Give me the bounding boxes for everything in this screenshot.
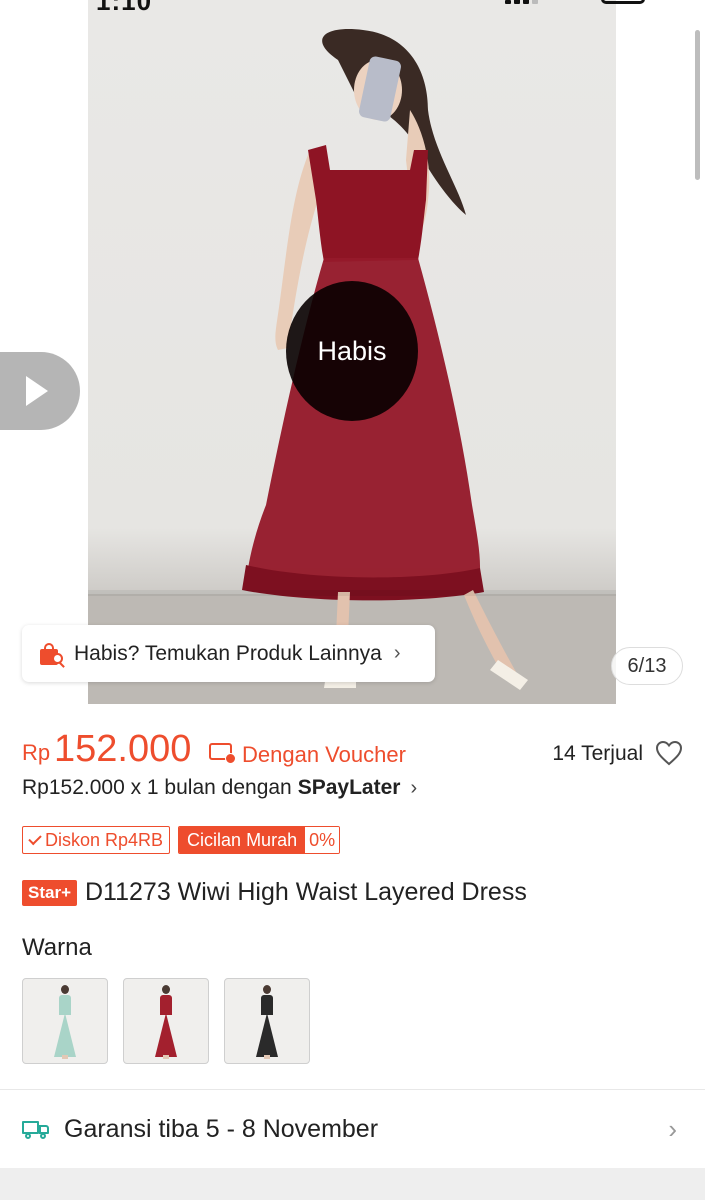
variant-label: Warna [22, 934, 92, 961]
price-amount: 152.000 [54, 728, 192, 770]
status-icons [505, 0, 645, 4]
voucher-icon [209, 743, 236, 764]
price-row: Rp 152.000 Dengan Voucher 14 Terjual [22, 728, 683, 772]
discount-label: Diskon Rp4RB [45, 829, 164, 850]
sold-count: 14 Terjual [552, 742, 643, 765]
variant-options [22, 978, 310, 1064]
installment-tag: Cicilan Murah 0% [178, 826, 341, 854]
bag-search-icon [38, 641, 66, 668]
product-title-row: Star+ D11273 Wiwi High Waist Layered Dre… [22, 878, 527, 907]
image-counter: 6/13 [611, 647, 683, 685]
star-plus-badge: Star+ [22, 879, 77, 906]
paylater-brand: SPayLater [297, 776, 401, 799]
scrollbar[interactable] [695, 30, 700, 180]
discount-tag: Diskon Rp4RB [22, 826, 171, 854]
check-icon [28, 831, 42, 845]
promo-tags: Diskon Rp4RB Cicilan Murah 0% [22, 826, 341, 854]
video-play-button[interactable] [0, 352, 80, 430]
voucher-label[interactable]: Dengan Voucher [242, 742, 406, 768]
divider [0, 1089, 705, 1090]
installment-rate: 0% [305, 827, 340, 853]
section-separator [0, 1168, 705, 1200]
chevron-right-icon: › [410, 776, 418, 799]
product-gallery[interactable]: 1:10 Habis Habis? Temukan Produk Lainnya… [0, 0, 705, 704]
sold-out-overlay: Habis [286, 281, 418, 421]
price-currency: Rp [22, 740, 51, 765]
variant-black[interactable] [224, 978, 310, 1064]
paylater-row[interactable]: Rp152.000 x 1 bulan dengan SPayLater › [22, 776, 417, 800]
find-other-products-button[interactable]: Habis? Temukan Produk Lainnya › [22, 625, 435, 682]
chevron-right-icon: › [668, 1114, 677, 1144]
truck-icon [22, 1119, 50, 1139]
play-icon [26, 376, 48, 406]
variant-mint[interactable] [22, 978, 108, 1064]
status-time: 1:10 [96, 0, 153, 16]
installment-label: Cicilan Murah [179, 827, 306, 853]
product-title: D11273 Wiwi High Waist Layered Dress [85, 878, 527, 906]
shipping-row[interactable]: Garansi tiba 5 - 8 November › [22, 1110, 683, 1148]
floor-line [88, 590, 616, 596]
chevron-right-icon: › [393, 642, 401, 664]
battery-icon [601, 0, 645, 4]
shipping-guarantee: Garansi tiba 5 - 8 November [64, 1114, 379, 1143]
heart-icon[interactable] [655, 740, 683, 766]
variant-red[interactable] [123, 978, 209, 1064]
paylater-text: Rp152.000 x 1 bulan dengan [22, 776, 292, 799]
find-more-label: Habis? Temukan Produk Lainnya [74, 641, 382, 665]
